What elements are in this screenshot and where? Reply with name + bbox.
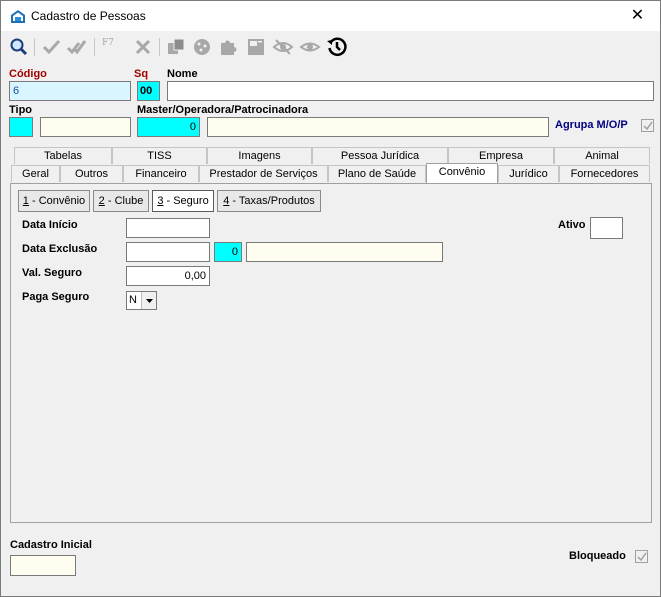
cadastro-inicial-field[interactable] [10, 555, 76, 576]
data-exclusao-field[interactable] [126, 242, 210, 262]
val-seguro-label: Val. Seguro [22, 267, 82, 279]
tipo-label: Tipo [9, 104, 33, 116]
search-icon[interactable] [8, 36, 30, 58]
paga-seguro-label: Paga Seguro [22, 291, 90, 303]
subtab-taxas-produtos[interactable]: 4 - Taxas/Produtos [217, 190, 321, 212]
tipo-code-field[interactable] [9, 117, 33, 137]
paga-seguro-select[interactable]: N [126, 291, 157, 310]
subtab-clube[interactable]: 2 - Clube [93, 190, 149, 212]
tab-tiss[interactable]: TISS [112, 147, 207, 164]
toolbar-separator [159, 38, 160, 56]
app-logo-icon [11, 10, 25, 23]
bloqueado-label: Bloqueado [569, 550, 626, 562]
subtab-taxas-label: - Taxas/Produtos [229, 195, 315, 207]
exclusao-desc-field[interactable] [246, 242, 443, 262]
cancel-icon[interactable] [132, 36, 154, 58]
check-icon[interactable] [41, 36, 63, 58]
tab-tabelas[interactable]: Tabelas [14, 147, 112, 164]
tab-fornecedores[interactable]: Fornecedores [559, 165, 650, 182]
nome-field[interactable] [167, 81, 654, 101]
eye-slash-icon[interactable] [272, 36, 294, 58]
data-inicio-label: Data Início [22, 219, 78, 231]
paga-seguro-value: N [129, 294, 137, 306]
tab-geral[interactable]: Geral [11, 165, 60, 182]
tab-animal[interactable]: Animal [554, 147, 650, 164]
tab-row-top: Tabelas TISS Imagens Pessoa Jurídica Emp… [10, 147, 652, 164]
tab-empresa[interactable]: Empresa [448, 147, 554, 164]
document-icon[interactable] [245, 36, 267, 58]
checkmark-icon [637, 552, 647, 562]
subtab-seguro[interactable]: 3 - Seguro [152, 190, 214, 212]
copy-icon[interactable] [165, 36, 187, 58]
toolbar-separator [34, 38, 35, 56]
cadastro-inicial-label: Cadastro Inicial [10, 539, 92, 551]
data-exclusao-label: Data Exclusão [22, 243, 98, 255]
tab-imagens[interactable]: Imagens [207, 147, 312, 164]
checkmark-icon [643, 121, 653, 131]
sq-field[interactable]: 00 [137, 81, 160, 101]
tab-juridico[interactable]: Jurídico [498, 165, 559, 182]
subtab-convenio[interactable]: 1 - Convênio [18, 190, 90, 212]
master-label: Master/Operadora/Patrocinadora [137, 104, 309, 116]
sq-label: Sq [134, 68, 149, 80]
tab-pessoa-juridica[interactable]: Pessoa Jurídica [312, 147, 448, 164]
tipo-desc-field[interactable] [40, 117, 131, 137]
subtab-clube-label: - Clube [104, 195, 144, 207]
eye-icon[interactable] [299, 36, 321, 58]
bloqueado-checkbox[interactable] [635, 550, 648, 563]
double-check-icon[interactable] [66, 36, 88, 58]
codigo-field[interactable]: 6 [9, 81, 131, 101]
ativo-label: Ativo [558, 219, 586, 231]
agrupa-label: Agrupa M/O/P [555, 119, 628, 131]
puzzle-icon[interactable] [217, 36, 239, 58]
tab-financeiro[interactable]: Financeiro [123, 165, 199, 182]
title-bar: Cadastro de Pessoas ✕ [1, 1, 660, 31]
subtab-convenio-label: - Convênio [28, 195, 86, 207]
tab-convenio[interactable]: Convênio [426, 163, 498, 183]
tab-row-bottom: Geral Outros Financeiro Prestador de Ser… [10, 163, 652, 183]
ativo-field[interactable] [590, 217, 623, 239]
exclusao-code-field[interactable]: 0 [214, 242, 242, 262]
master-name-field[interactable] [207, 117, 549, 137]
close-button[interactable]: ✕ [615, 1, 660, 31]
nome-label: Nome [167, 68, 198, 80]
f7-icon[interactable]: F7 [102, 36, 124, 58]
window-title: Cadastro de Pessoas [31, 9, 146, 23]
dropdown-button[interactable] [141, 292, 156, 309]
tab-plano-saude[interactable]: Plano de Saúde [328, 165, 426, 182]
history-icon[interactable] [326, 36, 348, 58]
toolbar: F7 [1, 32, 660, 62]
codigo-label: Código [9, 68, 47, 80]
chevron-down-icon [146, 299, 153, 303]
master-code-field[interactable]: 0 [137, 117, 200, 137]
tab-outros[interactable]: Outros [60, 165, 123, 182]
convenio-tab-panel [10, 183, 652, 523]
toolbar-separator [94, 38, 95, 56]
data-inicio-field[interactable] [126, 218, 210, 238]
agrupa-checkbox[interactable] [641, 119, 654, 132]
val-seguro-field[interactable]: 0,00 [126, 266, 210, 286]
cadastro-window: Cadastro de Pessoas ✕ F7 Código 6 Sq 00 … [0, 0, 661, 597]
subtab-seguro-label: - Seguro [163, 195, 209, 207]
tab-prestador-servicos[interactable]: Prestador de Serviços [199, 165, 328, 182]
cookie-icon[interactable] [191, 36, 213, 58]
